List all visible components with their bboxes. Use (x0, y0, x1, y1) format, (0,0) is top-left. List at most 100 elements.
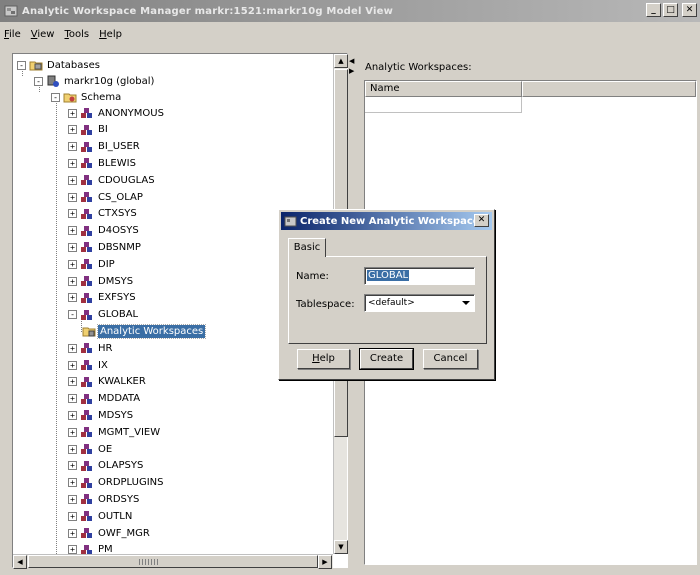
expand-toggle[interactable]: + (68, 276, 77, 286)
collapse-toggle[interactable]: - (51, 92, 60, 102)
tree-node-schema-item[interactable]: + IX (68, 357, 110, 373)
user-schema-icon (81, 192, 92, 202)
tree-node-schema-item[interactable]: + BI_USER (68, 139, 142, 155)
tree-node-schema-item[interactable]: + DBSNMP (68, 239, 143, 255)
close-button[interactable]: ✕ (682, 3, 697, 17)
expand-toggle[interactable]: + (68, 242, 77, 252)
expand-toggle[interactable]: + (68, 410, 77, 420)
scroll-up-icon[interactable]: ▲ (334, 54, 348, 68)
tree-node-schema-item[interactable]: + ORDSYS (68, 491, 141, 507)
menu-bar: File View Tools Help (0, 24, 700, 44)
expand-toggle[interactable]: + (68, 545, 77, 555)
tree-node-analytic-workspaces[interactable]: Analytic Workspaces (82, 323, 207, 339)
maximize-button[interactable]: □ (663, 3, 678, 17)
tablespace-label: Tablespace: (296, 299, 355, 310)
expand-toggle[interactable]: + (68, 461, 77, 471)
tree-node-schema-item[interactable]: + OE (68, 441, 114, 457)
dialog-titlebar[interactable]: Create New Analytic Workspace ✕ (281, 212, 492, 230)
collapse-left-icon[interactable]: ◀ (349, 57, 354, 65)
expand-toggle[interactable]: + (68, 494, 77, 504)
expand-toggle[interactable]: + (68, 377, 77, 387)
menu-file[interactable]: File (0, 29, 27, 40)
expand-toggle[interactable]: + (68, 226, 77, 236)
tree-node-schema-item[interactable]: + DMSYS (68, 273, 135, 289)
tree-node-schema-item[interactable]: + ORDPLUGINS (68, 475, 165, 491)
tree-label: markr10g (global) (64, 75, 155, 87)
tree-label: EXFSYS (98, 292, 136, 304)
tree-node-schema-item[interactable]: + MDDATA (68, 391, 142, 407)
tree-node-schema-item[interactable]: + ANONYMOUS (68, 105, 166, 121)
tree-node-schema-item[interactable]: + OLAPSYS (68, 458, 145, 474)
user-schema-icon (81, 208, 92, 219)
name-field-value: GLOBAL (367, 270, 410, 281)
scroll-thumb[interactable] (28, 555, 318, 568)
expand-toggle[interactable]: + (68, 175, 77, 185)
collapse-toggle[interactable]: - (34, 76, 43, 86)
expand-toggle[interactable]: + (68, 360, 77, 370)
expand-toggle[interactable]: + (68, 511, 77, 521)
tree-node-schema-item[interactable]: + KWALKER (68, 374, 148, 390)
tree-node-schema-item[interactable]: + OWF_MGR (68, 525, 152, 541)
menu-tools[interactable]: Tools (60, 29, 95, 40)
help-button[interactable]: Help (297, 349, 350, 369)
tree-node-schema-item[interactable]: + OUTLN (68, 508, 134, 524)
tree-node-schema-item[interactable]: + BLEWIS (68, 155, 138, 171)
collapse-toggle[interactable]: - (17, 60, 26, 70)
tree-label: BI (98, 124, 108, 136)
tree-node-schema-item[interactable]: + CDOUGLAS (68, 172, 157, 188)
create-button[interactable]: Create (359, 348, 414, 370)
tablespace-select[interactable]: <default> (364, 294, 475, 312)
tree-node-schema-item[interactable]: + MGMT_VIEW (68, 424, 162, 440)
tree-label: OWF_MGR (98, 527, 150, 539)
column-header-name[interactable]: Name (365, 81, 522, 97)
expand-toggle[interactable]: + (68, 158, 77, 168)
scroll-right-icon[interactable]: ▶ (318, 555, 332, 569)
menu-view[interactable]: View (27, 29, 61, 40)
expand-toggle[interactable]: + (68, 444, 77, 454)
tree-label: BI_USER (98, 141, 140, 153)
minimize-button[interactable]: _ (646, 3, 661, 17)
tree-node-schema-item[interactable]: + EXFSYS (68, 290, 138, 306)
expand-toggle[interactable]: + (68, 142, 77, 152)
tree-node-schema[interactable]: - Schema (51, 89, 123, 105)
user-schema-icon (81, 376, 92, 387)
name-field[interactable]: GLOBAL (364, 267, 475, 285)
tree-node-schema-item[interactable]: + CS_OLAP (68, 189, 145, 205)
tree-horizontal-scrollbar[interactable]: ◀ ▶ (13, 554, 333, 569)
tree-node-schema-item[interactable]: + DIP (68, 256, 117, 272)
cancel-button[interactable]: Cancel (423, 349, 478, 369)
scroll-down-icon[interactable]: ▼ (334, 540, 348, 554)
tree-node-schema-item[interactable]: + CTXSYS (68, 206, 139, 222)
expand-toggle[interactable]: + (68, 192, 77, 202)
expand-toggle[interactable]: + (68, 478, 77, 488)
tree-node-schema-item[interactable]: + HR (68, 340, 114, 356)
tree-node-schema-item[interactable]: + MDSYS (68, 407, 135, 423)
expand-toggle[interactable]: + (68, 427, 77, 437)
tree-node-connection[interactable]: - markr10g (global) (34, 73, 156, 89)
dialog-close-button[interactable]: ✕ (474, 214, 489, 227)
tree-node-schema-item[interactable]: - GLOBAL (68, 307, 140, 323)
tree-node-schema-item[interactable]: + D4OSYS (68, 223, 141, 239)
tree-node-databases[interactable]: - Databases (17, 57, 102, 73)
expand-toggle[interactable]: + (68, 108, 77, 118)
tree-label: DIP (98, 258, 115, 270)
expand-toggle[interactable]: + (68, 528, 77, 538)
collapse-right-icon[interactable]: ▶ (349, 67, 354, 75)
expand-toggle[interactable]: + (68, 343, 77, 353)
expand-toggle[interactable]: + (68, 125, 77, 135)
tab-basic[interactable]: Basic (288, 238, 326, 257)
user-schema-icon (81, 141, 92, 152)
expand-toggle[interactable]: + (68, 209, 77, 219)
collapse-toggle[interactable]: - (68, 310, 77, 320)
menu-help[interactable]: Help (95, 29, 128, 40)
expand-toggle[interactable]: + (68, 394, 77, 404)
window-titlebar[interactable]: Analytic Workspace Manager markr:1521:ma… (0, 0, 700, 22)
table-row[interactable] (365, 97, 522, 113)
user-schema-icon (81, 292, 92, 303)
tree-node-schema-item[interactable]: + BI (68, 122, 110, 138)
tree-label: CTXSYS (98, 208, 137, 220)
databases-folder-icon (29, 61, 43, 71)
expand-toggle[interactable]: + (68, 259, 77, 269)
scroll-left-icon[interactable]: ◀ (13, 555, 27, 569)
expand-toggle[interactable]: + (68, 293, 77, 303)
